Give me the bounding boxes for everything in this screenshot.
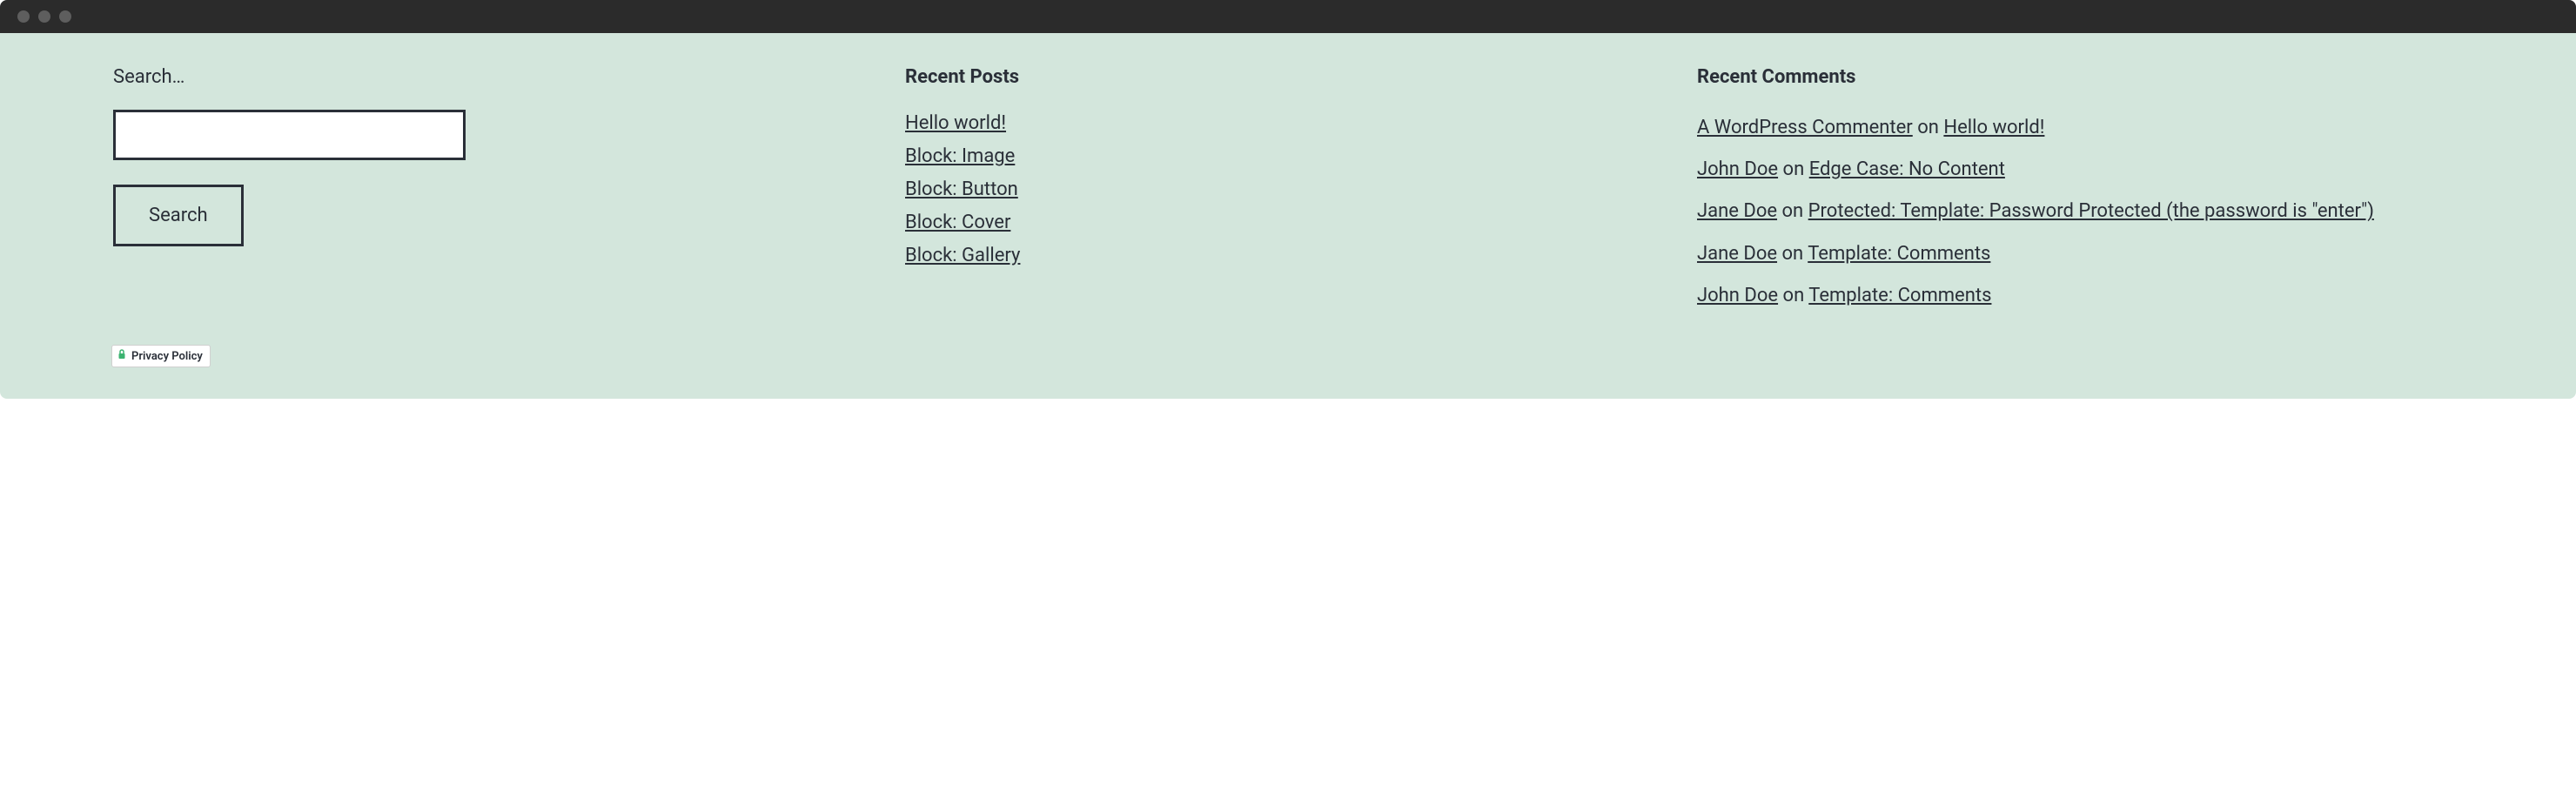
post-link[interactable]: Block: Cover: [905, 212, 1010, 233]
list-item: Block: Button: [905, 178, 1671, 200]
list-item: Block: Gallery: [905, 245, 1671, 266]
comment-author-link[interactable]: Jane Doe: [1697, 243, 1777, 265]
list-item: Hello world!: [905, 112, 1671, 134]
search-button[interactable]: Search: [113, 185, 244, 246]
comment-author-link[interactable]: John Doe: [1697, 158, 1778, 180]
list-item: A WordPress Commenter on Hello world!: [1697, 112, 2463, 143]
comment-author-link[interactable]: John Doe: [1697, 285, 1778, 306]
recent-comments-widget: Recent Comments A WordPress Commenter on…: [1697, 66, 2463, 367]
comment-post-link[interactable]: Hello world!: [1943, 117, 2044, 138]
window-titlebar: [0, 0, 2576, 33]
app-window: Search… Search Recent Posts Hello world!…: [0, 0, 2576, 399]
post-link[interactable]: Block: Button: [905, 178, 1018, 200]
privacy-policy-badge[interactable]: Privacy Policy: [111, 345, 211, 367]
comment-on-text: on: [1783, 158, 1805, 180]
recent-comments-heading: Recent Comments: [1697, 66, 2463, 88]
recent-posts-widget: Recent Posts Hello world! Block: Image B…: [905, 66, 1671, 367]
comment-author-link[interactable]: A WordPress Commenter: [1697, 117, 1913, 138]
recent-comments-list: A WordPress Commenter on Hello world! Jo…: [1697, 112, 2463, 311]
search-widget: Search… Search: [113, 66, 879, 367]
list-item: John Doe on Edge Case: No Content: [1697, 154, 2463, 185]
comment-post-link[interactable]: Protected: Template: Password Protected …: [1808, 200, 2374, 222]
post-link[interactable]: Block: Gallery: [905, 245, 1020, 266]
comment-on-text: on: [1783, 285, 1805, 306]
list-item: John Doe on Template: Comments: [1697, 280, 2463, 311]
window-close-dot[interactable]: [17, 10, 30, 23]
search-input[interactable]: [113, 110, 466, 160]
post-link[interactable]: Block: Image: [905, 145, 1015, 167]
privacy-policy-label: Privacy Policy: [131, 350, 203, 363]
list-item: Jane Doe on Template: Comments: [1697, 239, 2463, 269]
comment-post-link[interactable]: Template: Comments: [1808, 243, 1990, 265]
recent-posts-list: Hello world! Block: Image Block: Button …: [905, 112, 1671, 266]
window-minimize-dot[interactable]: [38, 10, 50, 23]
post-link[interactable]: Hello world!: [905, 112, 1006, 134]
list-item: Block: Image: [905, 145, 1671, 167]
lock-icon: [117, 348, 126, 364]
window-maximize-dot[interactable]: [59, 10, 71, 23]
comment-author-link[interactable]: Jane Doe: [1697, 200, 1777, 222]
recent-posts-heading: Recent Posts: [905, 66, 1671, 88]
footer-widgets: Search… Search Recent Posts Hello world!…: [0, 33, 2576, 399]
comment-on-text: on: [1782, 243, 1804, 265]
list-item: Jane Doe on Protected: Template: Passwor…: [1697, 196, 2463, 226]
list-item: Block: Cover: [905, 212, 1671, 233]
comment-on-text: on: [1782, 200, 1804, 222]
comment-post-link[interactable]: Edge Case: No Content: [1809, 158, 2005, 180]
comment-post-link[interactable]: Template: Comments: [1808, 285, 1991, 306]
search-label: Search…: [113, 66, 879, 88]
comment-on-text: on: [1917, 117, 1939, 138]
